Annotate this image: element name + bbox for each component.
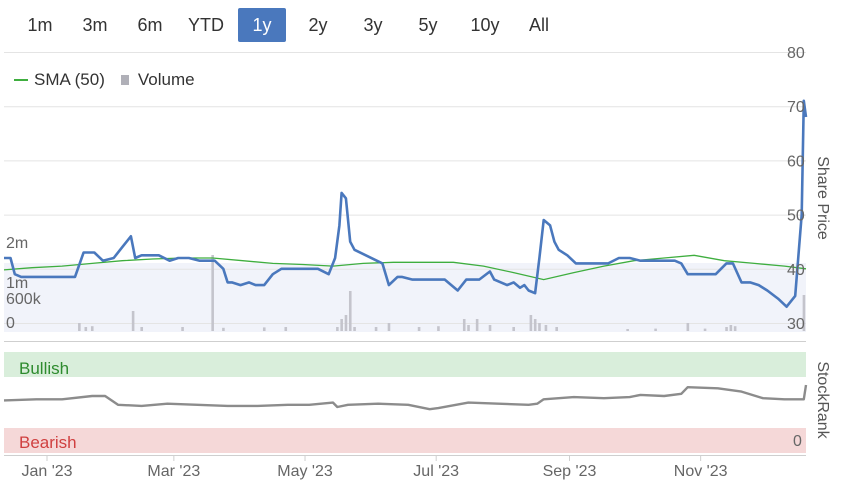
x-tick-label: Mar '23: [147, 463, 200, 480]
price-tick-label: 40: [787, 262, 805, 279]
volume-bar[interactable]: [733, 326, 737, 331]
x-tick-label: Jul '23: [413, 463, 459, 480]
volume-bar[interactable]: [211, 255, 214, 331]
volume-bar[interactable]: [284, 327, 288, 331]
volume-bar[interactable]: [462, 319, 466, 331]
volume-bar[interactable]: [340, 319, 343, 331]
bullish-label: Bullish: [19, 359, 69, 378]
volume-bar[interactable]: [78, 323, 81, 331]
price-chart: 30 40 50 60 70 80 0 600k1m 2m Share Price Bulli…: [3, 45, 831, 480]
volume-bar[interactable]: [387, 323, 391, 331]
bearish-band: [4, 428, 806, 453]
price-tick-label: 60: [787, 153, 805, 170]
volume-tick-label: 600k: [6, 291, 42, 308]
x-tick-label: Sep '23: [543, 463, 597, 480]
x-axis-ticks: Jan '23 Mar '23 May '23 Jul '23 Sep '23 Nov '…: [21, 455, 728, 480]
price-tick-label: 70: [787, 99, 805, 116]
price-tick-label: 50: [787, 208, 805, 225]
volume-bar[interactable]: [336, 327, 339, 331]
bullish-band: [4, 352, 806, 377]
volume-bar[interactable]: [544, 325, 548, 331]
volume-bar[interactable]: [533, 319, 537, 331]
volume-bar[interactable]: [140, 327, 144, 331]
volume-bar[interactable]: [729, 325, 733, 331]
volume-bar[interactable]: [181, 327, 184, 331]
price-tick-label: 30: [787, 316, 805, 333]
volume-bar[interactable]: [725, 327, 728, 331]
bearish-label: Bearish: [19, 433, 77, 452]
x-tick-label: May '23: [277, 463, 333, 480]
volume-bar[interactable]: [555, 327, 558, 331]
volume-bar[interactable]: [529, 315, 533, 331]
stockrank-axis-tick: 0: [793, 433, 802, 450]
stockrank-axis-title: StockRank: [814, 361, 831, 439]
volume-bar[interactable]: [488, 325, 492, 331]
volume-bar[interactable]: [703, 328, 707, 331]
price-tick-label: 80: [787, 45, 805, 62]
volume-bar[interactable]: [626, 329, 629, 331]
volume-bar[interactable]: [84, 327, 88, 331]
volume-bar[interactable]: [344, 315, 348, 331]
volume-bar[interactable]: [353, 327, 356, 331]
volume-bar[interactable]: [90, 326, 94, 331]
volume-bar[interactable]: [475, 319, 479, 331]
volume-bar[interactable]: [686, 323, 690, 331]
volume-bar[interactable]: [262, 327, 266, 331]
volume-tick-label: 0: [6, 315, 15, 332]
volume-bar[interactable]: [348, 291, 352, 331]
volume-bar[interactable]: [512, 327, 515, 331]
volume-bar[interactable]: [654, 328, 657, 331]
volume-tick-label: 2m: [6, 235, 28, 252]
stockrank-line[interactable]: [3, 384, 808, 411]
volume-tick-label: 1m: [6, 275, 28, 292]
volume-bar[interactable]: [374, 327, 378, 331]
volume-bar[interactable]: [437, 326, 440, 331]
price-axis-title: Share Price: [814, 156, 831, 240]
volume-bar[interactable]: [222, 327, 225, 331]
volume-bar[interactable]: [467, 325, 470, 331]
volume-bar[interactable]: [417, 327, 421, 331]
x-tick-label: Nov '23: [674, 463, 728, 480]
x-tick-label: Jan '23: [21, 463, 72, 480]
volume-bar[interactable]: [538, 323, 541, 331]
volume-bar[interactable]: [131, 311, 135, 331]
